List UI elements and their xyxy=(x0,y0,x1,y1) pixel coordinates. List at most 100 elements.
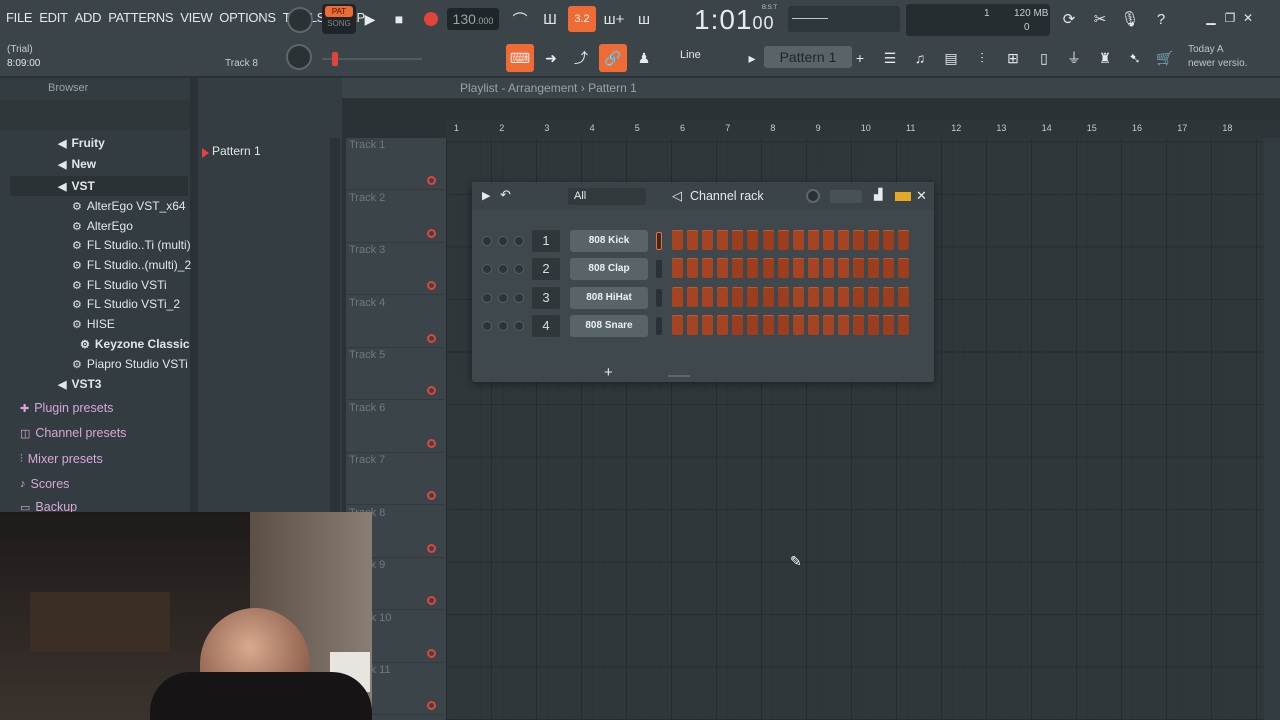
step-button[interactable] xyxy=(898,314,910,335)
graph-editor-icon[interactable]: ▟ xyxy=(874,188,882,201)
step-button[interactable] xyxy=(777,314,789,335)
step-button[interactable] xyxy=(792,314,804,335)
stop-button[interactable]: ■ xyxy=(386,6,412,32)
minimize-button[interactable]: ▁ xyxy=(1203,10,1219,26)
stamp-button[interactable]: ♟ xyxy=(630,44,658,72)
track-header[interactable]: Track 3 xyxy=(346,243,444,295)
track-mute-indicator[interactable] xyxy=(427,648,436,658)
step-button[interactable] xyxy=(702,258,714,279)
channel-name-button[interactable]: 808 Kick xyxy=(570,230,648,252)
channel-volume-knob[interactable] xyxy=(514,292,524,303)
step-button[interactable] xyxy=(672,258,683,279)
step-button[interactable] xyxy=(672,314,683,335)
step-button[interactable] xyxy=(702,286,714,307)
play-button[interactable]: ▶ xyxy=(357,6,383,32)
blend-notes-button[interactable]: ш+ xyxy=(600,6,628,32)
browser-plugin-keyzone[interactable]: ⚙ Keyzone Classic xyxy=(80,337,190,351)
step-button[interactable] xyxy=(868,230,880,250)
step-button[interactable] xyxy=(853,230,865,250)
channel-mute-led[interactable] xyxy=(482,264,492,275)
rack-menu-arrow-icon[interactable]: ▶ xyxy=(482,189,490,202)
step-button[interactable] xyxy=(702,314,714,335)
channel-rack-button[interactable]: ▤ xyxy=(937,44,965,72)
pattern-prev-button[interactable]: ▸ xyxy=(744,44,760,72)
step-button[interactable] xyxy=(868,314,880,335)
menu-file[interactable]: FILE xyxy=(6,10,33,25)
step-button[interactable] xyxy=(777,286,789,307)
browser-folder-fruity[interactable]: ◀ Fruity xyxy=(58,136,105,150)
track-header[interactable]: Track 2 xyxy=(346,191,444,243)
piano-roll-snap-button[interactable]: ⌨ xyxy=(506,44,534,72)
step-sequencer-icon[interactable] xyxy=(895,192,911,201)
browser-plugin-alterego-vst[interactable]: ⚙ AlterEgo VST_x64 xyxy=(72,199,186,213)
breadcrumb-playlist[interactable]: Playlist - Arrangement xyxy=(460,81,577,95)
track-mute-indicator[interactable] xyxy=(427,333,436,343)
step-button[interactable] xyxy=(732,314,744,335)
timeline-ruler[interactable]: 1 2 3 4 5 6 7 8 9 10 11 12 13 14 15 16 17 18 xyxy=(446,120,1280,138)
browser-scores[interactable]: ♪ Scores xyxy=(20,477,69,491)
pattern-selector[interactable]: Pattern 1 xyxy=(764,46,852,68)
browser-plugin-flstudio-multi[interactable]: ⚙ FL Studio..Ti (multi) xyxy=(72,238,191,252)
add-pattern-button[interactable]: + xyxy=(853,44,867,72)
browser-plugin-flstudio-vsti[interactable]: ⚙ FL Studio VSTi xyxy=(72,278,167,292)
track-header[interactable]: Track 4 xyxy=(346,296,444,348)
step-button[interactable] xyxy=(732,230,744,250)
step-button[interactable] xyxy=(687,230,699,250)
pat-song-toggle[interactable]: PAT SONG xyxy=(322,4,356,34)
tempo-display[interactable]: 130.000 xyxy=(447,8,499,30)
step-button[interactable] xyxy=(898,286,910,307)
mixer-button[interactable]: ⫶ xyxy=(968,44,996,72)
step-button[interactable] xyxy=(853,286,865,307)
step-button[interactable] xyxy=(747,258,759,279)
channel-filter-select[interactable]: All xyxy=(568,188,646,205)
channel-select-indicator[interactable] xyxy=(656,232,662,250)
track-mute-indicator[interactable] xyxy=(427,281,436,290)
undo-icon[interactable]: ↶ xyxy=(500,187,511,203)
step-button[interactable] xyxy=(792,258,804,279)
browser-folder-vst3[interactable]: ◀ VST3 xyxy=(58,377,101,391)
close-button[interactable]: ✕ xyxy=(1240,10,1256,26)
link-button[interactable]: 🔗 xyxy=(599,44,627,72)
step-button[interactable] xyxy=(672,230,683,250)
step-button[interactable] xyxy=(868,286,880,307)
news-panel[interactable]: Today Anewer versio. xyxy=(1188,43,1247,71)
step-button[interactable] xyxy=(883,286,895,307)
browser-plugin-presets[interactable]: ✚ Plugin presets xyxy=(20,401,113,415)
channel-mixer-track[interactable]: 4 xyxy=(532,314,560,337)
track-mute-indicator[interactable] xyxy=(427,596,436,605)
project-browser-button[interactable]: ▯ xyxy=(1030,44,1058,72)
menu-view[interactable]: VIEW xyxy=(180,10,212,25)
pattern-list-item[interactable]: Pattern 1 xyxy=(200,144,330,162)
track-mute-indicator[interactable] xyxy=(427,438,436,448)
track-header[interactable]: Track 5 xyxy=(346,348,444,400)
track-header[interactable]: Track 6 xyxy=(346,401,444,453)
step-button[interactable] xyxy=(747,314,759,335)
step-button[interactable] xyxy=(732,286,744,307)
channel-mute-led[interactable] xyxy=(482,320,492,331)
step-button[interactable] xyxy=(762,258,774,279)
channel-pan-knob[interactable] xyxy=(498,292,508,303)
help-button[interactable]: ? xyxy=(1149,6,1173,32)
record-button[interactable] xyxy=(418,6,444,32)
master-pitch-knob[interactable] xyxy=(286,44,312,70)
touch-keyboard-button[interactable]: ➷ xyxy=(1121,44,1149,72)
step-button[interactable] xyxy=(822,230,834,250)
browser-folder-new[interactable]: ◀ New xyxy=(58,157,96,171)
browser-plugin-piapro[interactable]: ⚙ Piapro Studio VSTi xyxy=(72,357,188,371)
channel-volume-slider[interactable] xyxy=(830,190,862,203)
step-button[interactable] xyxy=(777,258,789,279)
channel-pan-knob[interactable] xyxy=(498,320,508,331)
record-audio-button[interactable]: 🎙 xyxy=(1118,6,1142,32)
step-button[interactable] xyxy=(762,314,774,335)
track-mute-indicator[interactable] xyxy=(427,701,436,710)
restore-button[interactable]: ❐ xyxy=(1222,10,1238,26)
step-button[interactable] xyxy=(732,258,744,279)
step-button[interactable] xyxy=(853,314,865,335)
plugin-database-button[interactable]: ⏚ xyxy=(1060,44,1088,72)
step-button[interactable] xyxy=(717,314,729,335)
plugin-picker-button[interactable]: ⊞ xyxy=(999,44,1027,72)
step-button[interactable] xyxy=(883,258,895,279)
track-mute-indicator[interactable] xyxy=(427,491,436,500)
browser-channel-presets[interactable]: ◫ Channel presets xyxy=(20,426,126,440)
step-button[interactable] xyxy=(853,258,865,279)
